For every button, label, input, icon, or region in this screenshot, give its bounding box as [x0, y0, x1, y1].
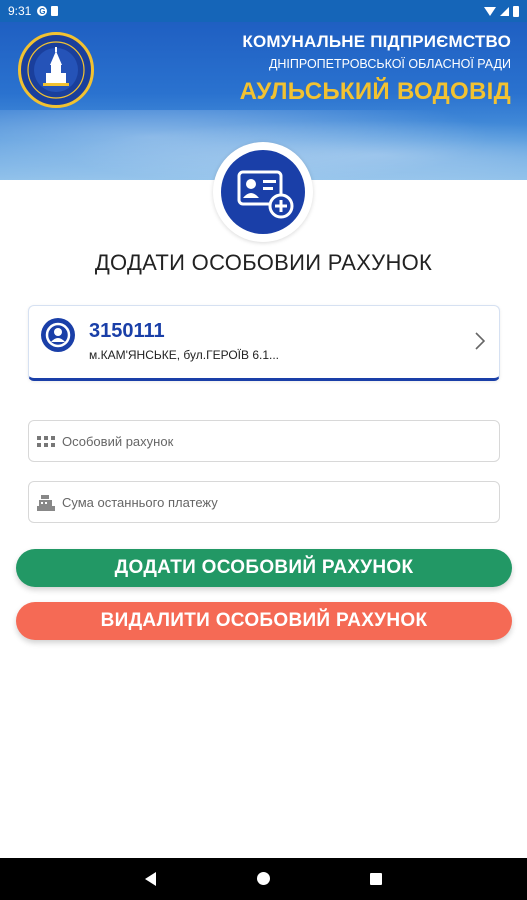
battery-icon — [513, 5, 519, 17]
id-card-add-badge — [213, 142, 313, 242]
home-icon[interactable] — [257, 872, 270, 885]
google-icon: G — [37, 6, 48, 16]
screen: 9:31 G КОМУНАЛЬНЕ ПІДПРИЄМСТВО ДНІПРОПЕТ… — [0, 0, 527, 900]
id-card-add-icon — [221, 150, 305, 234]
back-icon[interactable] — [145, 872, 156, 886]
page-title: ДОДАТИ ОСОБОВИИ РАХУНОК — [94, 250, 433, 275]
grid-icon — [37, 436, 55, 447]
recents-icon[interactable] — [370, 873, 382, 885]
status-icons-left: G — [37, 6, 59, 16]
delete-account-button[interactable]: ВИДАЛИТИ ОСОБОВИЙ РАХУНОК — [16, 602, 512, 640]
account-number: 3150111 — [89, 320, 165, 342]
status-time: 9:31 — [8, 4, 32, 18]
sum-field[interactable] — [28, 481, 500, 523]
chevron-right-icon — [475, 332, 485, 350]
status-bar: 9:31 G — [0, 0, 527, 22]
org-name-line2: ДНІПРОПЕТРОВСЬКОЇ ОБЛАСНОЇ РАДИ — [268, 57, 511, 71]
wifi-icon — [484, 6, 496, 16]
status-icons-right — [484, 5, 519, 17]
sum-input[interactable] — [62, 482, 482, 522]
sd-card-icon — [51, 6, 59, 16]
user-icon — [41, 318, 75, 352]
water-tower-logo — [18, 32, 94, 108]
nav-bar — [0, 858, 527, 900]
add-account-button[interactable]: ДОДАТИ ОСОБОВИЙ РАХУНОК — [16, 549, 512, 587]
org-name-line3: АУЛЬСЬКИЙ ВОДОВІД — [239, 78, 511, 105]
account-field[interactable] — [28, 420, 500, 462]
account-input[interactable] — [62, 421, 482, 461]
cash-register-icon — [37, 495, 55, 511]
org-name-line1: КОМУНАЛЬНЕ ПІДПРИЄМСТВО — [242, 32, 511, 51]
account-card[interactable]: 3150111 м.КАМ'ЯНСЬКЕ, бул.ГЕРОЇВ 6.1... — [28, 305, 500, 381]
signal-icon — [500, 6, 509, 16]
account-address: м.КАМ'ЯНСЬКЕ, бул.ГЕРОЇВ 6.1... — [89, 348, 280, 362]
